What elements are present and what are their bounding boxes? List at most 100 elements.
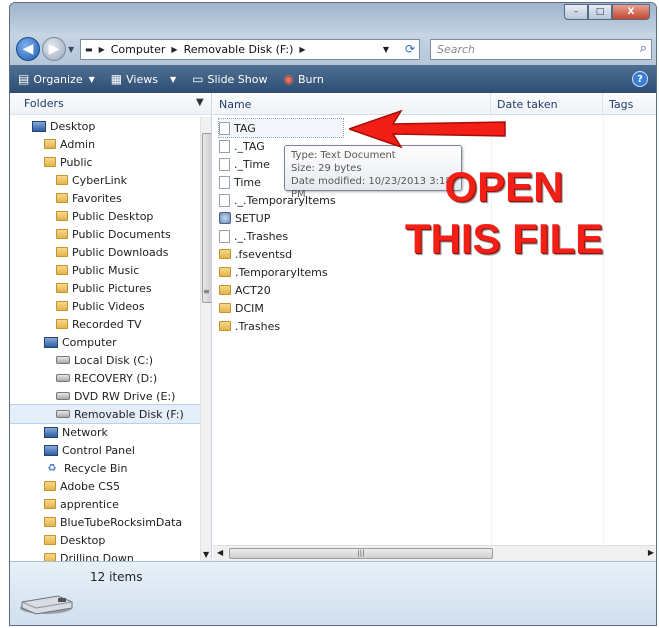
- file-row[interactable]: .Trashes: [219, 317, 489, 335]
- horizontal-scrollbar[interactable]: ◀ ||| ▶: [213, 545, 656, 561]
- tree-item[interactable]: CyberLink: [10, 171, 200, 189]
- recent-pages-dropdown-icon[interactable]: ▼: [68, 45, 74, 54]
- tree-item[interactable]: BlueTubeRocksimData: [10, 513, 200, 531]
- file-row[interactable]: ACT20: [219, 281, 489, 299]
- breadcrumb-computer[interactable]: Computer: [111, 43, 166, 56]
- slideshow-icon: ▭: [192, 72, 204, 86]
- address-bar[interactable]: ▬ ▶ Computer ▶ Removable Disk (F:) ▶ ▼ ⟳: [80, 39, 420, 60]
- removable-drive-icon: [20, 595, 73, 615]
- organize-icon: ▤: [18, 72, 30, 86]
- breadcrumb-arrow-icon[interactable]: ▶: [171, 45, 177, 54]
- tree-item[interactable]: Network: [10, 423, 200, 441]
- tree-item[interactable]: Public Desktop: [10, 207, 200, 225]
- help-button[interactable]: ?: [632, 71, 648, 87]
- file-row[interactable]: .TemporaryItems: [219, 263, 489, 281]
- window-controls: – □ X: [564, 4, 650, 20]
- search-icon[interactable]: ⌕: [640, 41, 647, 56]
- tree-item[interactable]: Public Videos: [10, 297, 200, 315]
- forward-arrow-icon: ▶: [48, 41, 60, 57]
- tree-item-label: Recycle Bin: [64, 461, 128, 475]
- breadcrumb-arrow-icon[interactable]: ▶: [99, 45, 105, 54]
- column-tags[interactable]: Tags: [603, 93, 656, 115]
- burn-button[interactable]: ◉ Burn: [284, 72, 324, 86]
- slideshow-button[interactable]: ▭ Slide Show: [192, 72, 267, 86]
- tree-item[interactable]: ♻ Recycle Bin: [10, 459, 200, 477]
- organize-button[interactable]: ▤ Organize ▼: [18, 72, 95, 86]
- tree-item[interactable]: Desktop: [10, 531, 200, 549]
- breadcrumb-removable-disk[interactable]: Removable Disk (F:): [184, 43, 294, 56]
- tree-item-label: Recorded TV: [72, 317, 142, 331]
- tree-item[interactable]: Public Music: [10, 261, 200, 279]
- tree-item[interactable]: RECOVERY (D:): [10, 369, 200, 387]
- document-icon: [219, 229, 230, 243]
- tree-item[interactable]: Local Disk (C:): [10, 351, 200, 369]
- folder-icon: [56, 319, 68, 329]
- tree-item-label: Drilling Down: [60, 551, 134, 562]
- title-bar[interactable]: – □ X: [10, 3, 656, 33]
- views-button[interactable]: ▦ Views ▼: [111, 72, 176, 86]
- document-icon: [219, 175, 230, 189]
- folder-icon: [44, 499, 56, 509]
- tree-item[interactable]: Control Panel: [10, 441, 200, 459]
- scroll-right-icon[interactable]: ▶: [648, 548, 654, 557]
- tree-item-label: Network: [62, 425, 108, 439]
- tree-item[interactable]: Drilling Down: [10, 549, 200, 561]
- file-list-pane: Name Date taken Tags TAG ._TAG ._Time Time.…: [213, 93, 656, 561]
- tree-item[interactable]: apprentice: [10, 495, 200, 513]
- folder-icon: [44, 481, 56, 491]
- file-name: DCIM: [235, 301, 264, 315]
- file-row[interactable]: DCIM: [219, 299, 489, 317]
- tree-item-label: Public Desktop: [72, 209, 154, 223]
- back-button[interactable]: ◀: [16, 37, 40, 61]
- search-input[interactable]: Search ⌕: [430, 39, 652, 60]
- burn-disc-icon: ◉: [283, 72, 294, 86]
- maximize-button[interactable]: □: [588, 4, 612, 20]
- vertical-scrollbar[interactable]: ≡ ▼: [200, 117, 211, 561]
- file-name: ._.Trashes: [234, 229, 289, 243]
- user-folder-icon: [44, 139, 56, 149]
- document-icon: [219, 157, 230, 171]
- file-name: SETUP: [235, 211, 271, 225]
- tree-item-label: Control Panel: [62, 443, 135, 457]
- scrollbar-thumb[interactable]: [202, 133, 211, 303]
- tree-item-label: Favorites: [72, 191, 122, 205]
- refresh-icon[interactable]: ⟳: [405, 42, 415, 56]
- folders-header[interactable]: Folders: [10, 93, 211, 115]
- organize-label: Organize: [33, 72, 83, 86]
- tree-item[interactable]: Favorites: [10, 189, 200, 207]
- scroll-left-icon[interactable]: ◀: [217, 548, 223, 557]
- breadcrumb-arrow-icon[interactable]: ▶: [299, 45, 305, 54]
- forward-button[interactable]: ▶: [42, 37, 66, 61]
- tree-item[interactable]: Removable Disk (F:): [10, 404, 201, 424]
- tree-item[interactable]: Admin: [10, 135, 200, 153]
- tree-item[interactable]: Desktop: [10, 117, 200, 135]
- folder-icon: [56, 229, 68, 239]
- navigation-pane: Folders ▼ Desktop Admin Public CyberLink Fav…: [10, 93, 212, 561]
- burn-label: Burn: [297, 72, 324, 86]
- close-button[interactable]: X: [612, 4, 650, 20]
- tree-item-label: Admin: [60, 137, 96, 151]
- tree-item[interactable]: Adobe CS5: [10, 477, 200, 495]
- scroll-down-icon[interactable]: ▼: [203, 550, 209, 559]
- file-row[interactable]: TAG: [218, 118, 344, 138]
- desktop-icon: [32, 120, 46, 132]
- chevron-down-icon[interactable]: ▼: [196, 97, 204, 108]
- tree-item[interactable]: Computer: [10, 333, 200, 351]
- folder-icon: [44, 553, 56, 561]
- tree-item[interactable]: Public Documents: [10, 225, 200, 243]
- document-icon: [219, 121, 230, 135]
- tree-item[interactable]: Public Pictures: [10, 279, 200, 297]
- tree-item[interactable]: DVD RW Drive (E:): [10, 387, 200, 405]
- tree-item[interactable]: Public: [10, 153, 200, 171]
- scrollbar-thumb[interactable]: |||: [229, 548, 493, 559]
- tree-item-label: Desktop: [60, 533, 106, 547]
- tree-item[interactable]: Public Downloads: [10, 243, 200, 261]
- address-row: ◀ ▶ ▼ ▬ ▶ Computer ▶ Removable Disk (F:)…: [10, 33, 656, 65]
- tree-item-label: DVD RW Drive (E:): [74, 389, 176, 403]
- folder-icon: [219, 321, 231, 331]
- address-dropdown-icon[interactable]: ▼: [383, 45, 389, 54]
- computer-icon: [44, 336, 58, 348]
- minimize-button[interactable]: –: [564, 4, 588, 20]
- tree-item[interactable]: Recorded TV: [10, 315, 200, 333]
- red-arrow-annotation: [349, 109, 506, 149]
